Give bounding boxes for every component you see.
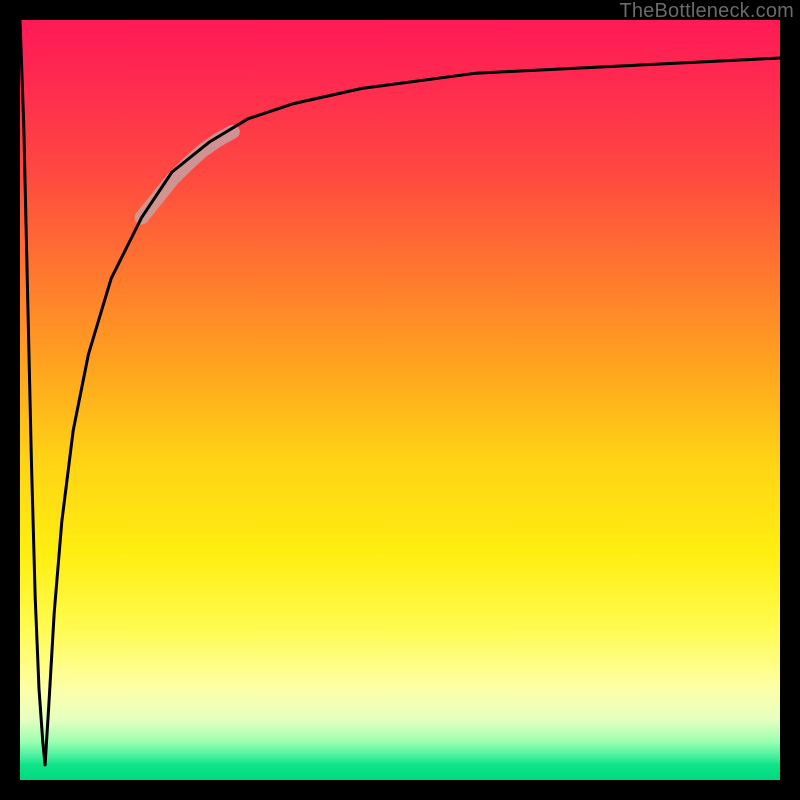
curve-bottleneck-curve-right: [45, 58, 780, 765]
curve-bottleneck-curve-left: [20, 20, 45, 765]
plot-area: [20, 20, 780, 780]
chart-frame: TheBottleneck.com: [0, 0, 800, 800]
curve-highlight-segment: [142, 132, 233, 218]
curve-layer: [20, 20, 780, 780]
